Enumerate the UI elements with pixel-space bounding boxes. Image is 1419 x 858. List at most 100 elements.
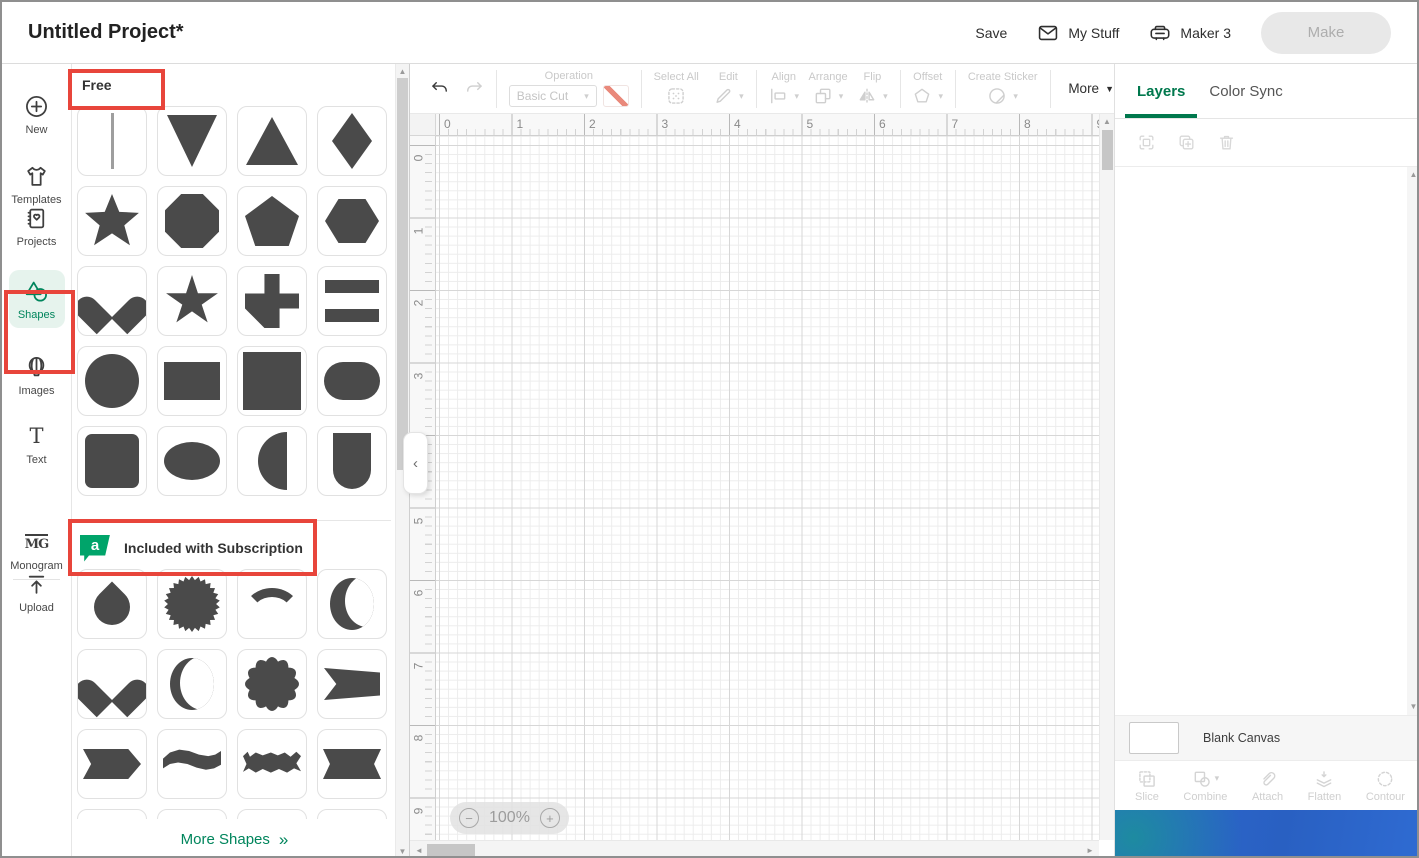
action-label: Flatten bbox=[1307, 790, 1342, 803]
undo-icon[interactable] bbox=[430, 79, 450, 99]
shape-tile-seal-circle[interactable] bbox=[157, 569, 227, 639]
shape-tile-heart[interactable] bbox=[77, 266, 147, 336]
scrollbar-thumb[interactable] bbox=[427, 844, 475, 856]
heart-shape bbox=[89, 280, 135, 322]
shape-tile-round-heart[interactable] bbox=[77, 649, 147, 719]
shape-tile-pointed-banner[interactable] bbox=[77, 729, 147, 799]
shape-tile-thin-crescent[interactable] bbox=[157, 649, 227, 719]
attach-button[interactable]: Attach bbox=[1252, 769, 1283, 803]
color-swatch[interactable] bbox=[602, 85, 629, 107]
shape-tile-five-point-star[interactable] bbox=[157, 266, 227, 336]
shape-tile-inverted-triangle[interactable] bbox=[157, 106, 227, 176]
blank-canvas-row[interactable]: Blank Canvas bbox=[1115, 715, 1417, 760]
trash-icon[interactable] bbox=[1217, 133, 1236, 152]
group-select-icon[interactable] bbox=[1137, 133, 1156, 152]
flip-icon[interactable] bbox=[857, 86, 877, 106]
slice-button[interactable]: Slice bbox=[1135, 769, 1159, 803]
flatten-button[interactable]: Flatten bbox=[1307, 769, 1342, 803]
canvas-horizontal-scrollbar[interactable]: ◄ ► bbox=[410, 840, 1099, 856]
layers-toolbar bbox=[1115, 119, 1417, 167]
shape-tile-rectangle[interactable] bbox=[157, 346, 227, 416]
tab-color-sync[interactable]: Color Sync bbox=[1197, 64, 1294, 118]
shape-tile-scalloped-circle[interactable] bbox=[237, 649, 307, 719]
ruler-tick-label: 0 bbox=[444, 117, 451, 131]
canvas-vertical-scrollbar[interactable]: ▲ bbox=[1099, 114, 1114, 840]
scroll-down-icon[interactable]: ▼ bbox=[396, 846, 409, 856]
crescent-shape bbox=[330, 578, 374, 630]
ruler-tick-label: 9 bbox=[411, 807, 426, 814]
tab-layers[interactable]: Layers bbox=[1125, 64, 1198, 118]
shape-tile-teardrop[interactable] bbox=[77, 569, 147, 639]
save-button[interactable]: Save bbox=[975, 25, 1007, 41]
layers-scrollbar[interactable]: ▲ ▼ bbox=[1407, 167, 1417, 715]
shape-tile-pennant[interactable] bbox=[317, 649, 387, 719]
ruler-tick-label: 5 bbox=[411, 517, 426, 524]
align-icon[interactable] bbox=[768, 86, 788, 106]
shape-tile-notched-banner[interactable] bbox=[317, 729, 387, 799]
sidebar-item-text[interactable]: T Text bbox=[24, 424, 49, 467]
select-all-icon[interactable] bbox=[666, 86, 686, 106]
shape-tile-wave-banner[interactable] bbox=[157, 729, 227, 799]
shape-tile-hexagon[interactable] bbox=[317, 186, 387, 256]
scrollbar-thumb[interactable] bbox=[397, 78, 408, 470]
panel-collapse-handle[interactable]: ‹ bbox=[403, 432, 428, 494]
tshirt-icon bbox=[24, 164, 49, 189]
shape-tile-diamond[interactable] bbox=[317, 106, 387, 176]
my-stuff-button[interactable]: My Stuff bbox=[1037, 22, 1119, 44]
design-canvas[interactable] bbox=[436, 136, 1099, 840]
shape-tile-triangle[interactable] bbox=[237, 106, 307, 176]
scroll-left-icon[interactable]: ◄ bbox=[412, 845, 426, 856]
sidebar-item-label: Upload bbox=[19, 602, 54, 614]
shape-tile-rounded-square[interactable] bbox=[77, 426, 147, 496]
scroll-up-icon[interactable]: ▲ bbox=[1407, 169, 1417, 181]
machine-select-button[interactable]: Maker 3 bbox=[1149, 22, 1231, 44]
zoom-out-button[interactable]: − bbox=[459, 808, 479, 828]
scroll-right-icon[interactable]: ► bbox=[1083, 845, 1097, 856]
shape-tile-stadium[interactable] bbox=[317, 346, 387, 416]
more-menu-button[interactable]: More ▼ bbox=[1068, 81, 1114, 96]
shape-tile-arch[interactable] bbox=[317, 426, 387, 496]
promo-banner[interactable] bbox=[1115, 810, 1417, 856]
shape-tile-ellipse[interactable] bbox=[157, 426, 227, 496]
sidebar-item-new[interactable]: New bbox=[24, 94, 49, 136]
shape-tile-crescent[interactable] bbox=[317, 569, 387, 639]
combine-button[interactable]: ▾ Combine bbox=[1183, 769, 1227, 803]
arrange-icon[interactable] bbox=[813, 86, 833, 106]
make-button[interactable]: Make bbox=[1261, 11, 1391, 54]
operation-dropdown[interactable]: Basic Cut ▾ bbox=[508, 85, 597, 107]
more-shapes-link[interactable]: More Shapes » bbox=[181, 830, 289, 850]
zoom-in-button[interactable]: + bbox=[539, 808, 560, 828]
scroll-down-icon[interactable]: ▼ bbox=[1407, 701, 1417, 713]
contour-button[interactable]: Contour bbox=[1366, 769, 1405, 803]
shape-tile-pentagon[interactable] bbox=[237, 186, 307, 256]
shape-tile-plus[interactable] bbox=[237, 266, 307, 336]
shape-tile-equals[interactable] bbox=[317, 266, 387, 336]
shape-tile-octagon[interactable] bbox=[157, 186, 227, 256]
sidebar-item-shapes[interactable]: Shapes bbox=[8, 270, 65, 328]
sidebar-item-templates[interactable]: Templates bbox=[11, 164, 62, 206]
shape-tile-circle[interactable] bbox=[77, 346, 147, 416]
offset-icon[interactable] bbox=[912, 86, 932, 106]
layers-list[interactable] bbox=[1115, 167, 1417, 715]
scroll-up-icon[interactable]: ▲ bbox=[396, 66, 409, 78]
sidebar-item-label: Monogram bbox=[10, 560, 63, 572]
sidebar-item-images[interactable]: Images bbox=[18, 355, 55, 397]
shape-tile-square[interactable] bbox=[237, 346, 307, 416]
scroll-up-icon[interactable]: ▲ bbox=[1100, 116, 1114, 128]
shape-tile-vertical-line[interactable] bbox=[77, 106, 147, 176]
shape-tile-arc[interactable] bbox=[237, 569, 307, 639]
edit-pencil-icon[interactable] bbox=[713, 86, 733, 106]
sidebar-item-projects[interactable]: Projects bbox=[17, 206, 56, 248]
scrollbar-thumb[interactable] bbox=[1102, 130, 1113, 170]
canvas-color-swatch[interactable] bbox=[1129, 722, 1179, 754]
redo-icon[interactable] bbox=[464, 79, 484, 99]
shape-tile-wavy-banner[interactable] bbox=[237, 729, 307, 799]
duplicate-icon[interactable] bbox=[1177, 133, 1196, 152]
shape-tile-semicircle[interactable] bbox=[237, 426, 307, 496]
create-sticker-icon[interactable] bbox=[987, 86, 1007, 106]
project-title[interactable]: Untitled Project* bbox=[28, 21, 184, 44]
shape-tile-star[interactable] bbox=[77, 186, 147, 256]
arrange-label: Arrange bbox=[808, 71, 848, 83]
machine-icon bbox=[1149, 22, 1171, 44]
sidebar-item-monogram[interactable]: MG Monogram bbox=[10, 530, 63, 572]
